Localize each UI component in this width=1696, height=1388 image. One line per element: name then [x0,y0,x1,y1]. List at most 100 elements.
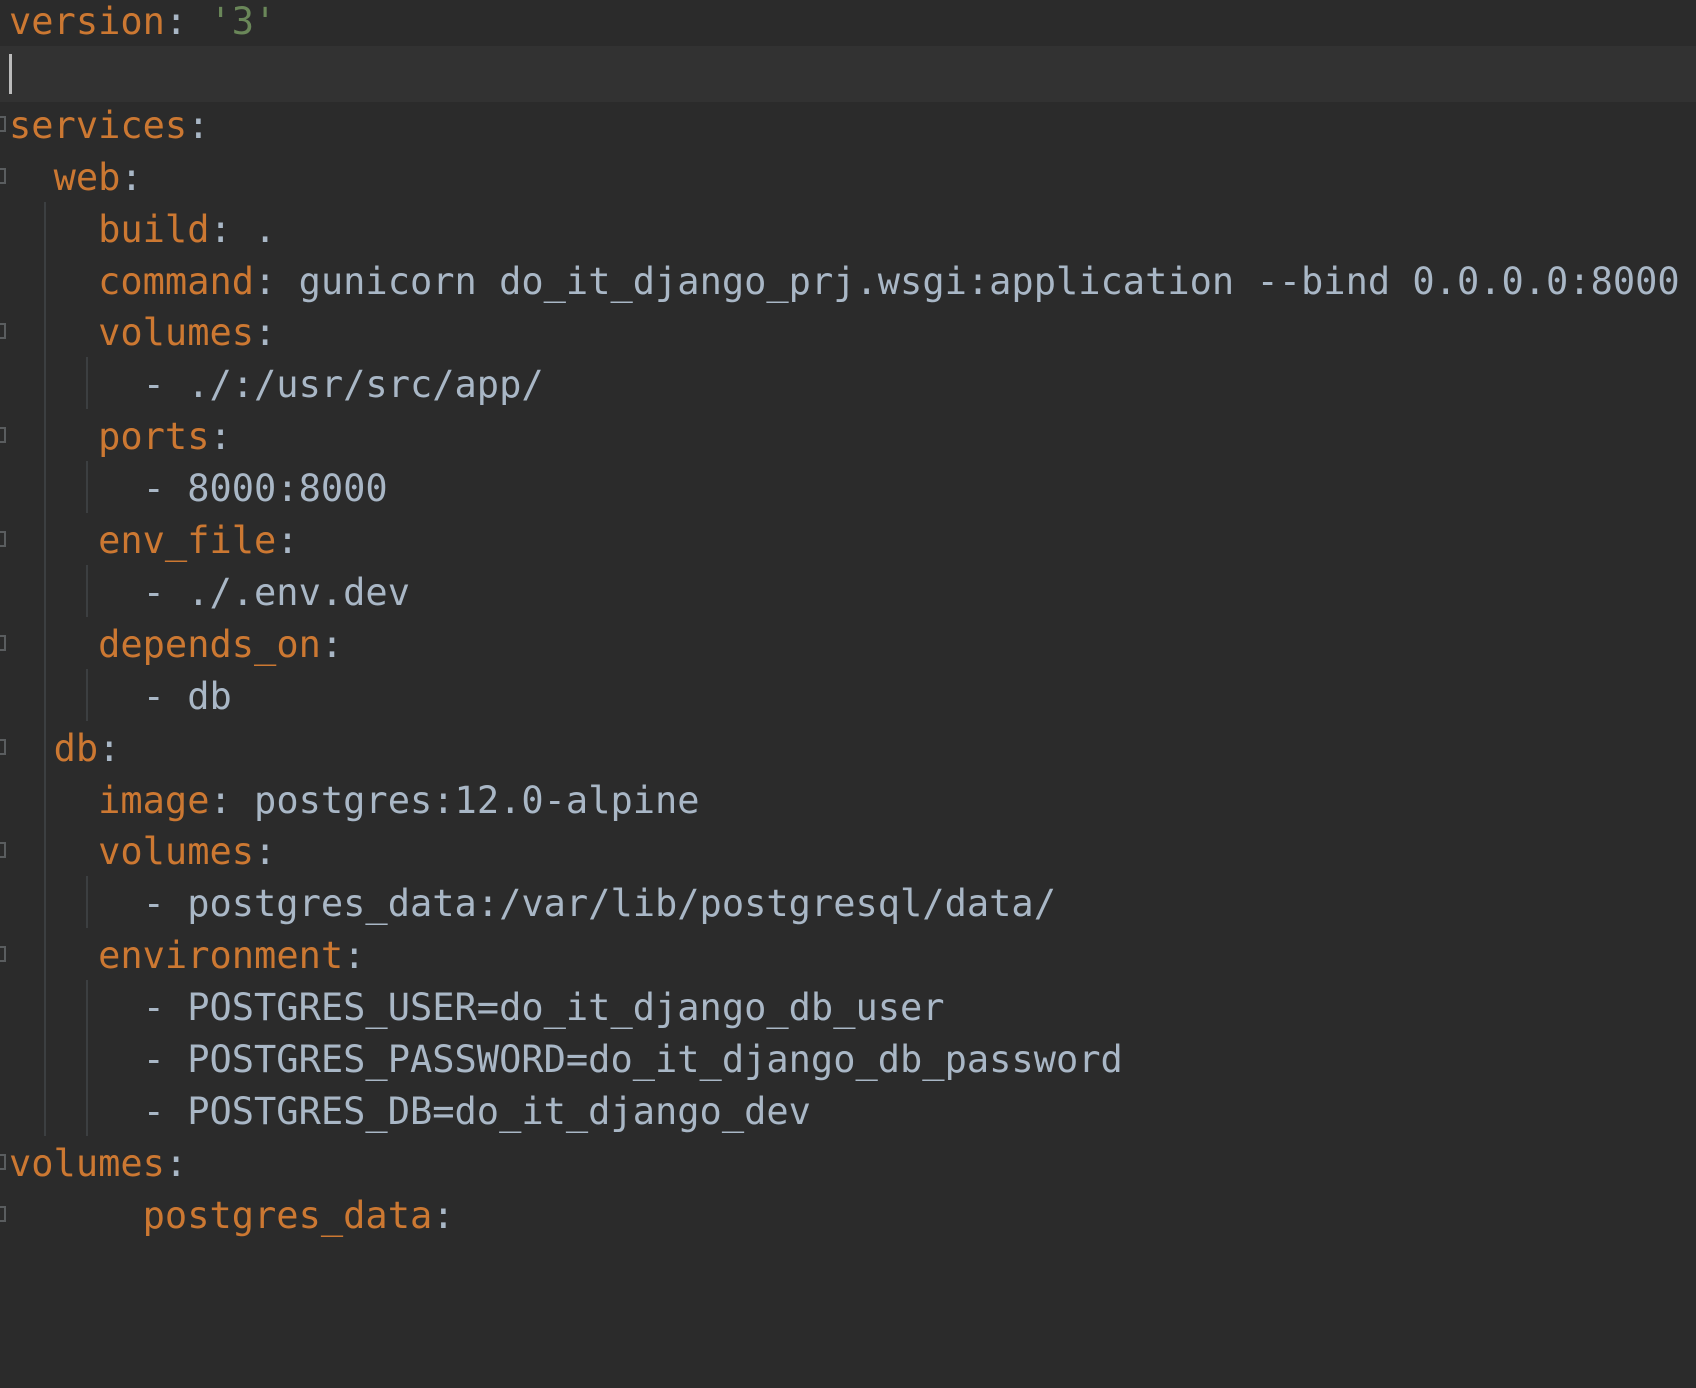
fold-marker-icon[interactable] [0,427,6,444]
line-text: volumes: [9,1136,187,1192]
yaml-key: command [98,259,255,303]
fold-marker-icon[interactable] [0,531,6,547]
yaml-key: services [9,103,188,147]
line-text: env_file: [9,513,299,569]
code-line[interactable]: depends_on: [0,617,1696,673]
yaml-key: image [98,778,210,822]
indent-guide [86,668,88,721]
code-line[interactable]: env_file: [0,513,1696,569]
code-line[interactable]: environment: [0,928,1696,984]
code-line[interactable]: volumes: [0,1136,1696,1192]
yaml-value: - db [142,674,232,718]
code-line[interactable]: command: gunicorn do_it_django_prj.wsgi:… [0,254,1696,310]
code-line[interactable]: web: [0,150,1696,206]
line-text: - 8000:8000 [9,461,388,517]
yaml-value: - ./.env.dev [142,570,410,614]
line-text: - db [9,669,232,725]
line-text: - postgres_data:/var/lib/postgresql/data… [9,876,1056,932]
fold-marker-icon[interactable] [0,634,6,651]
line-text: - POSTGRES_USER=do_it_django_db_user [9,980,945,1036]
code-line[interactable]: volumes: [0,305,1696,361]
line-text: services: [9,98,210,154]
yaml-colon: : [343,934,366,978]
line-text: version: '3' [9,0,276,50]
yaml-value: - POSTGRES_DB=do_it_django_dev [142,1089,811,1133]
yaml-key: env_file [98,519,277,562]
fold-marker-icon[interactable] [0,1153,6,1170]
line-text: volumes: [9,824,276,880]
fold-marker-icon[interactable] [0,1205,6,1222]
line-text: depends_on: [9,617,343,673]
code-line[interactable]: image: postgres:12.0-alpine [0,773,1696,829]
yaml-value: - POSTGRES_PASSWORD=do_it_django_db_pass… [142,1038,1123,1081]
code-line[interactable]: services: [0,98,1696,154]
code-line[interactable]: ports: [0,409,1696,465]
code-line[interactable]: - postgres_data:/var/lib/postgresql/data… [0,876,1696,932]
code-line[interactable]: - db [0,669,1696,725]
yaml-colon: : [120,155,143,199]
code-line[interactable]: db: [0,721,1696,777]
code-line[interactable]: postgres_data: [0,1188,1696,1244]
fold-marker-icon[interactable] [0,167,6,184]
line-text: build: . [9,202,276,258]
yaml-key: ports [98,415,210,459]
code-line[interactable]: version: '3' [0,0,1696,50]
line-text: - POSTGRES_PASSWORD=do_it_django_db_pass… [9,1032,1123,1088]
yaml-string-value: '3' [187,0,277,43]
yaml-key: volumes [98,830,255,874]
yaml-colon: : [209,415,232,459]
code-line[interactable]: build: . [0,202,1696,258]
yaml-key: build [98,207,210,251]
yaml-colon: : [320,622,344,666]
yaml-key: postgres_data [142,1193,433,1237]
code-line[interactable]: - ./.env.dev [0,565,1696,621]
yaml-value: - POSTGRES_USER=do_it_django_db_user [142,986,945,1030]
yaml-key: version [9,0,165,43]
code-line[interactable]: - POSTGRES_USER=do_it_django_db_user [0,980,1696,1036]
yaml-value: - postgres_data:/var/lib/postgresql/data… [142,882,1056,926]
fold-marker-icon[interactable] [0,738,6,755]
yaml-colon: : [254,830,277,874]
line-text: environment: [9,928,365,984]
code-line[interactable]: volumes: [0,824,1696,880]
code-line[interactable]: - POSTGRES_DB=do_it_django_dev [0,1084,1696,1140]
fold-marker-icon[interactable] [0,946,6,963]
code-line[interactable]: - POSTGRES_PASSWORD=do_it_django_db_pass… [0,1032,1696,1088]
code-line[interactable]: - ./:/usr/src/app/ [0,357,1696,413]
line-text: - ./:/usr/src/app/ [9,357,544,413]
line-text: volumes: [9,305,276,361]
yaml-colon: : [98,726,121,770]
yaml-key: depends_on [98,622,321,666]
line-text: command: gunicorn do_it_django_prj.wsgi:… [9,254,1680,310]
indent-guide [86,980,88,1136]
fold-marker-icon[interactable] [0,842,6,859]
yaml-colon: : [164,0,188,43]
fold-marker-icon[interactable] [0,323,6,340]
line-text: db: [9,721,121,777]
yaml-colon: : [432,1193,455,1237]
line-text: ports: [9,409,232,465]
code-editor[interactable]: version: '3' services: web: build: . comm… [0,0,1696,1388]
yaml-key: environment [98,934,344,978]
text-caret [9,53,12,94]
line-text: image: postgres:12.0-alpine [9,773,699,829]
fold-marker-icon[interactable] [0,115,6,132]
yaml-colon: : [254,311,277,355]
current-line[interactable] [0,45,1696,102]
yaml-colon: : [187,103,210,147]
code-line[interactable]: - 8000:8000 [0,461,1696,517]
yaml-colon: : [164,1141,188,1185]
line-text: - POSTGRES_DB=do_it_django_dev [9,1084,811,1140]
yaml-value: - 8000:8000 [142,467,388,511]
yaml-value: . [231,207,277,251]
